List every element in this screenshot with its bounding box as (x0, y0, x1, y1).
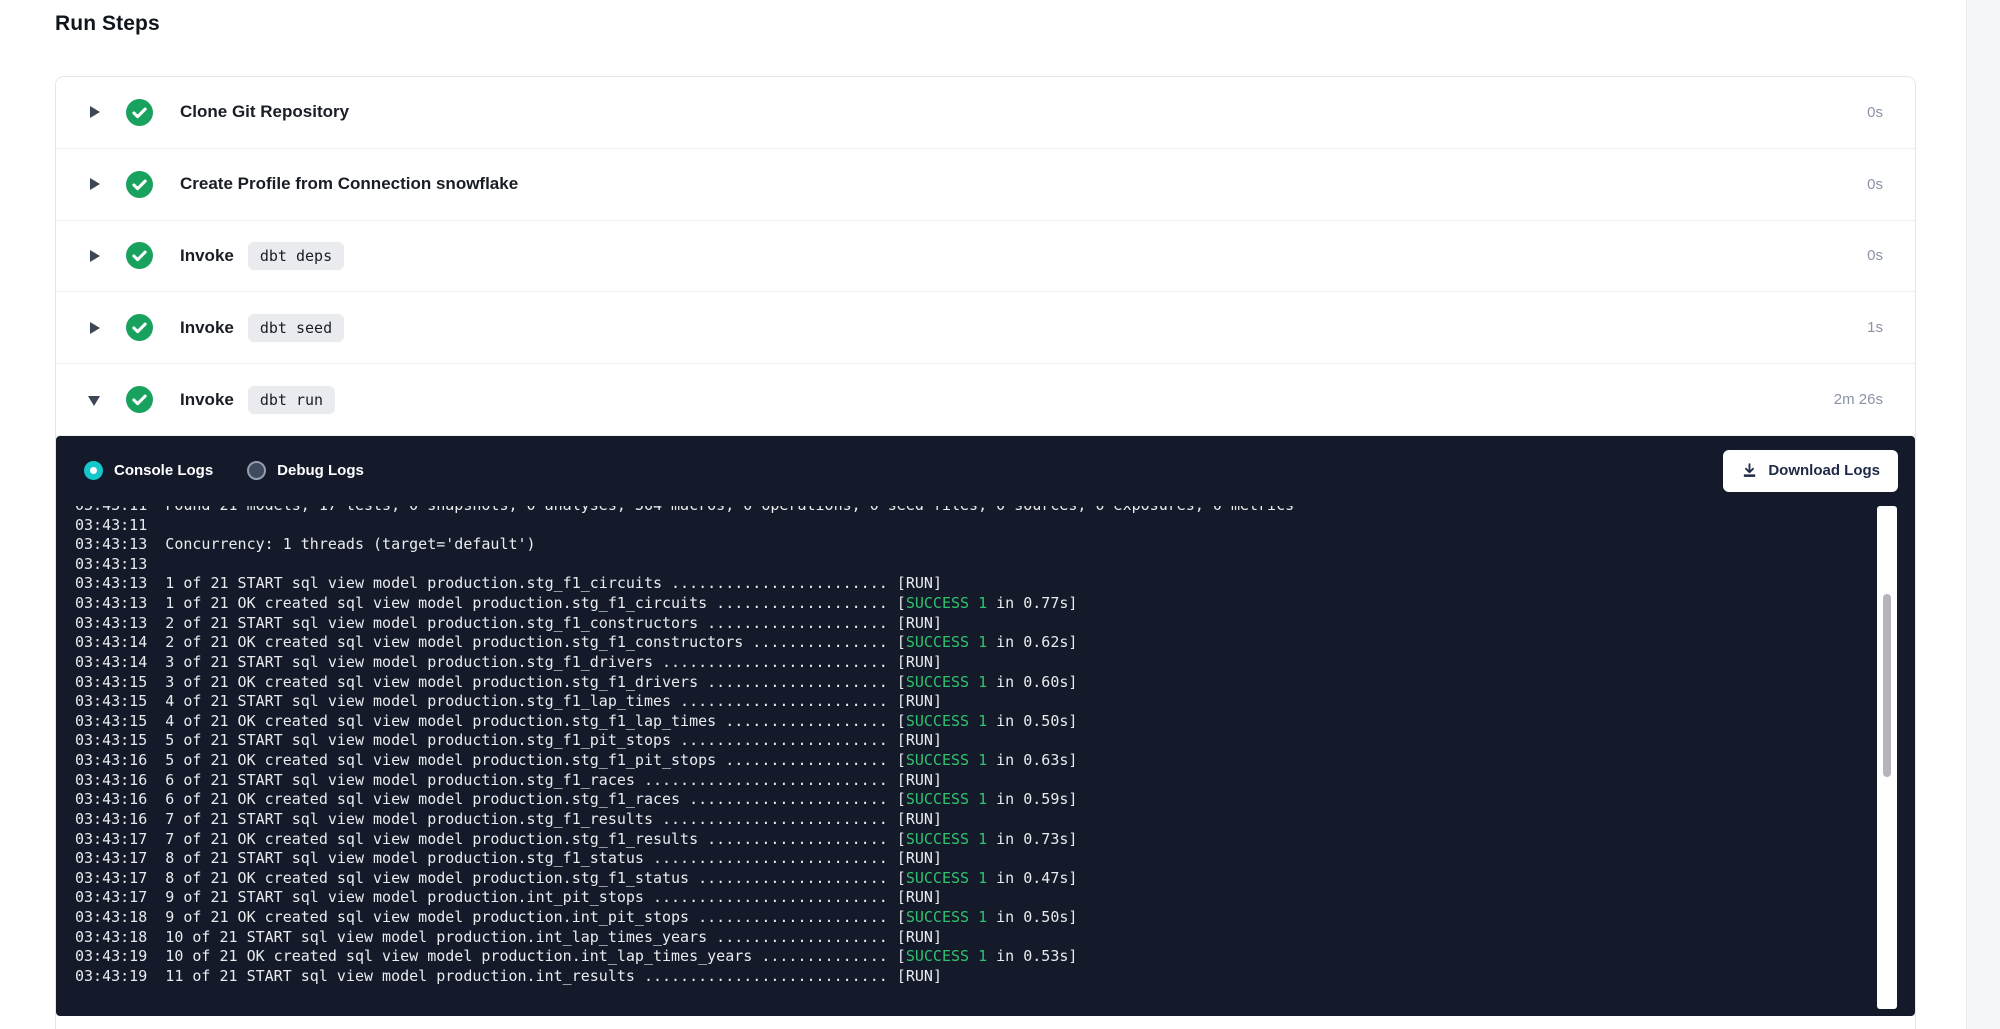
page-title: Run Steps (55, 12, 160, 36)
log-line: 03:43:14 2 of 21 OK created sql view mod… (75, 633, 1915, 653)
download-icon (1741, 462, 1758, 479)
log-line: 03:43:17 8 of 21 START sql view model pr… (75, 849, 1915, 869)
log-line: 03:43:11 Found 21 models, 17 tests, 0 sn… (75, 506, 1915, 516)
success-check-icon (126, 314, 153, 341)
step-duration: 0s (1867, 247, 1883, 264)
caret-icon[interactable] (88, 321, 102, 335)
log-line: 03:43:11 (75, 516, 1915, 536)
console-log-output[interactable]: 03:43:11 Found 21 models, 17 tests, 0 sn… (56, 506, 1915, 1016)
step-command-badge: dbt seed (248, 314, 344, 342)
caret-icon[interactable] (88, 249, 102, 263)
log-line: 03:43:15 5 of 21 START sql view model pr… (75, 731, 1915, 751)
run-step-row-5[interactable]: Invoke dbt run 2m 26s (56, 364, 1915, 436)
log-lines: 03:43:11 Found 21 models, 17 tests, 0 sn… (56, 506, 1915, 987)
step-duration: 2m 26s (1834, 391, 1883, 408)
log-line: 03:43:16 6 of 21 START sql view model pr… (75, 771, 1915, 791)
log-line: 03:43:19 11 of 21 START sql view model p… (75, 967, 1915, 987)
run-step-row-2[interactable]: Create Profile from Connection snowflake… (56, 149, 1915, 221)
success-check-icon (126, 386, 153, 413)
radio-icon[interactable] (84, 461, 103, 480)
download-logs-button[interactable]: Download Logs (1723, 450, 1898, 492)
radio-label: Debug Logs (277, 462, 364, 479)
log-line: 03:43:17 7 of 21 OK created sql view mod… (75, 830, 1915, 850)
log-line: 03:43:15 4 of 21 START sql view model pr… (75, 692, 1915, 712)
step-duration: 1s (1867, 319, 1883, 336)
log-line: 03:43:16 6 of 21 OK created sql view mod… (75, 790, 1915, 810)
run-steps-page: Run Steps Clone Git Repository 0s Create… (0, 0, 2000, 1029)
log-line: 03:43:15 3 of 21 OK created sql view mod… (75, 673, 1915, 693)
log-line: 03:43:19 10 of 21 OK created sql view mo… (75, 947, 1915, 967)
log-line: 03:43:13 1 of 21 START sql view model pr… (75, 574, 1915, 594)
log-type-radio-group: Console Logs Debug Logs (84, 461, 364, 480)
run-steps-card: Clone Git Repository 0s Create Profile f… (55, 76, 1916, 1029)
log-line: 03:43:18 9 of 21 OK created sql view mod… (75, 908, 1915, 928)
log-line: 03:43:14 3 of 21 START sql view model pr… (75, 653, 1915, 673)
log-line: 03:43:15 4 of 21 OK created sql view mod… (75, 712, 1915, 732)
step-duration: 0s (1867, 176, 1883, 193)
step-command-badge: dbt run (248, 386, 335, 414)
step-duration: 0s (1867, 104, 1883, 121)
download-logs-label: Download Logs (1768, 462, 1880, 479)
run-step-row-1[interactable]: Clone Git Repository 0s (56, 77, 1915, 149)
log-line: 03:43:17 9 of 21 START sql view model pr… (75, 888, 1915, 908)
step-label: Create Profile from Connection snowflake (180, 174, 518, 194)
caret-icon[interactable] (88, 105, 102, 119)
log-line: 03:43:18 10 of 21 START sql view model p… (75, 928, 1915, 948)
radio-label: Console Logs (114, 462, 213, 479)
step-label: Invoke (180, 390, 234, 410)
log-line: 03:43:16 7 of 21 START sql view model pr… (75, 810, 1915, 830)
success-check-icon (126, 99, 153, 126)
steps-list: Clone Git Repository 0s Create Profile f… (56, 77, 1915, 436)
log-line: 03:43:13 1 of 21 OK created sql view mod… (75, 594, 1915, 614)
console-header: Console Logs Debug Logs Download Logs (56, 436, 1915, 506)
success-check-icon (126, 171, 153, 198)
log-tab-radio[interactable]: Console Logs (84, 461, 213, 480)
radio-icon[interactable] (247, 461, 266, 480)
log-tab-radio[interactable]: Debug Logs (247, 461, 364, 480)
step-label: Clone Git Repository (180, 102, 349, 122)
caret-icon[interactable] (88, 177, 102, 191)
log-line: 03:43:17 8 of 21 OK created sql view mod… (75, 869, 1915, 889)
log-line: 03:43:13 2 of 21 START sql view model pr… (75, 614, 1915, 634)
log-line: 03:43:13 Concurrency: 1 threads (target=… (75, 535, 1915, 555)
console-panel: Console Logs Debug Logs Download Logs 03… (56, 436, 1915, 1016)
log-scrollbar[interactable] (1877, 506, 1897, 1009)
right-panel-edge (1966, 0, 2000, 1029)
log-line: 03:43:16 5 of 21 OK created sql view mod… (75, 751, 1915, 771)
step-label: Invoke (180, 318, 234, 338)
step-label: Invoke (180, 246, 234, 266)
log-scrollbar-thumb[interactable] (1883, 594, 1891, 777)
caret-icon[interactable] (88, 393, 102, 407)
success-check-icon (126, 242, 153, 269)
run-step-row-3[interactable]: Invoke dbt deps 0s (56, 221, 1915, 293)
log-line: 03:43:13 (75, 555, 1915, 575)
run-step-row-4[interactable]: Invoke dbt seed 1s (56, 292, 1915, 364)
step-command-badge: dbt deps (248, 242, 344, 270)
